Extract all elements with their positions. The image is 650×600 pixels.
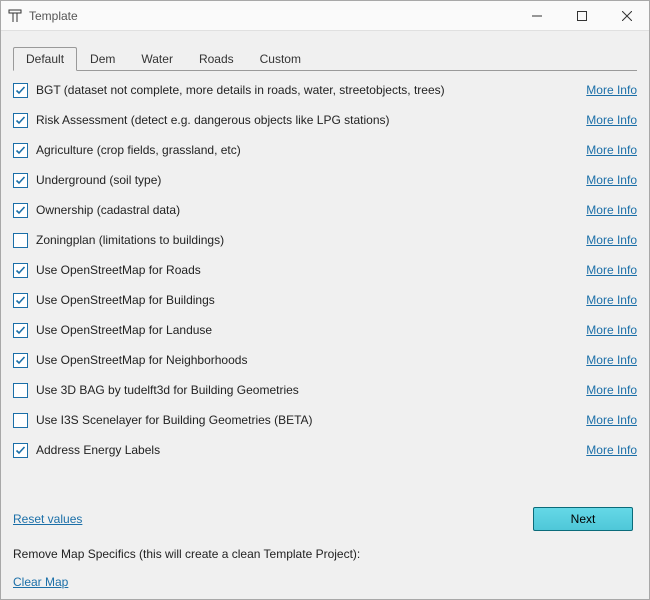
tab-label: Dem xyxy=(90,52,115,66)
more-info-link[interactable]: More Info xyxy=(586,263,637,277)
more-info-link[interactable]: More Info xyxy=(586,143,637,157)
tab-label: Roads xyxy=(199,52,234,66)
tab-custom[interactable]: Custom xyxy=(247,47,314,71)
tab-label: Water xyxy=(141,52,173,66)
option-row-osm-roads: Use OpenStreetMap for RoadsMore Info xyxy=(13,261,637,279)
more-info-link[interactable]: More Info xyxy=(586,83,637,97)
more-info-link[interactable]: More Info xyxy=(586,113,637,127)
tab-label: Default xyxy=(26,52,64,66)
checkbox-i3s-scenelayer[interactable] xyxy=(13,413,28,428)
more-info-link[interactable]: More Info xyxy=(586,383,637,397)
footer: Reset values Next Remove Map Specifics (… xyxy=(13,487,637,589)
checkbox-3d-bag[interactable] xyxy=(13,383,28,398)
option-label: BGT (dataset not complete, more details … xyxy=(36,83,586,97)
option-label: Ownership (cadastral data) xyxy=(36,203,586,217)
option-row-zoningplan: Zoningplan (limitations to buildings)Mor… xyxy=(13,231,637,249)
template-window: Template Default Dem Water Roads Custom BGT … xyxy=(0,0,650,600)
more-info-link[interactable]: More Info xyxy=(586,413,637,427)
option-row-ownership: Ownership (cadastral data)More Info xyxy=(13,201,637,219)
checkbox-osm-neighborhoods[interactable] xyxy=(13,353,28,368)
checkbox-osm-roads[interactable] xyxy=(13,263,28,278)
more-info-link[interactable]: More Info xyxy=(586,443,637,457)
app-icon xyxy=(7,8,23,24)
option-label: Use OpenStreetMap for Roads xyxy=(36,263,586,277)
more-info-link[interactable]: More Info xyxy=(586,173,637,187)
tab-default[interactable]: Default xyxy=(13,47,77,71)
more-info-link[interactable]: More Info xyxy=(586,293,637,307)
option-label: Risk Assessment (detect e.g. dangerous o… xyxy=(36,113,586,127)
titlebar: Template xyxy=(1,1,649,31)
option-row-osm-buildings: Use OpenStreetMap for BuildingsMore Info xyxy=(13,291,637,309)
checkbox-address-energy-labels[interactable] xyxy=(13,443,28,458)
more-info-link[interactable]: More Info xyxy=(586,323,637,337)
clear-map-link[interactable]: Clear Map xyxy=(13,575,68,589)
more-info-link[interactable]: More Info xyxy=(586,203,637,217)
tab-dem[interactable]: Dem xyxy=(77,47,128,71)
option-label: Use I3S Scenelayer for Building Geometri… xyxy=(36,413,586,427)
close-button[interactable] xyxy=(604,1,649,30)
more-info-link[interactable]: More Info xyxy=(586,353,637,367)
option-row-osm-neighborhoods: Use OpenStreetMap for NeighborhoodsMore … xyxy=(13,351,637,369)
tab-label: Custom xyxy=(260,52,301,66)
maximize-button[interactable] xyxy=(559,1,604,30)
option-row-3d-bag: Use 3D BAG by tudelft3d for Building Geo… xyxy=(13,381,637,399)
option-label: Address Energy Labels xyxy=(36,443,586,457)
checkbox-agriculture[interactable] xyxy=(13,143,28,158)
option-label: Agriculture (crop fields, grassland, etc… xyxy=(36,143,586,157)
remove-map-text: Remove Map Specifics (this will create a… xyxy=(13,547,637,561)
option-row-i3s-scenelayer: Use I3S Scenelayer for Building Geometri… xyxy=(13,411,637,429)
option-label: Use 3D BAG by tudelft3d for Building Geo… xyxy=(36,383,586,397)
option-row-osm-landuse: Use OpenStreetMap for LanduseMore Info xyxy=(13,321,637,339)
window-controls xyxy=(514,1,649,30)
tabs-strip: Default Dem Water Roads Custom xyxy=(13,45,637,71)
option-label: Use OpenStreetMap for Buildings xyxy=(36,293,586,307)
checkbox-zoningplan[interactable] xyxy=(13,233,28,248)
option-label: Use OpenStreetMap for Landuse xyxy=(36,323,586,337)
option-label: Use OpenStreetMap for Neighborhoods xyxy=(36,353,586,367)
option-row-agriculture: Agriculture (crop fields, grassland, etc… xyxy=(13,141,637,159)
window-title: Template xyxy=(29,9,514,23)
checkbox-osm-landuse[interactable] xyxy=(13,323,28,338)
option-row-risk-assessment: Risk Assessment (detect e.g. dangerous o… xyxy=(13,111,637,129)
checkbox-underground[interactable] xyxy=(13,173,28,188)
reset-values-link[interactable]: Reset values xyxy=(13,512,82,526)
checkbox-ownership[interactable] xyxy=(13,203,28,218)
option-row-bgt: BGT (dataset not complete, more details … xyxy=(13,81,637,99)
content-area: Default Dem Water Roads Custom BGT (dataset … xyxy=(1,31,649,599)
option-label: Underground (soil type) xyxy=(36,173,586,187)
option-row-address-energy-labels: Address Energy LabelsMore Info xyxy=(13,441,637,459)
option-list: BGT (dataset not complete, more details … xyxy=(13,81,637,459)
next-button-label: Next xyxy=(571,512,596,526)
minimize-button[interactable] xyxy=(514,1,559,30)
next-button[interactable]: Next xyxy=(533,507,633,531)
option-label: Zoningplan (limitations to buildings) xyxy=(36,233,586,247)
checkbox-osm-buildings[interactable] xyxy=(13,293,28,308)
option-row-underground: Underground (soil type)More Info xyxy=(13,171,637,189)
checkbox-risk-assessment[interactable] xyxy=(13,113,28,128)
tab-water[interactable]: Water xyxy=(128,47,186,71)
checkbox-bgt[interactable] xyxy=(13,83,28,98)
more-info-link[interactable]: More Info xyxy=(586,233,637,247)
tab-roads[interactable]: Roads xyxy=(186,47,247,71)
